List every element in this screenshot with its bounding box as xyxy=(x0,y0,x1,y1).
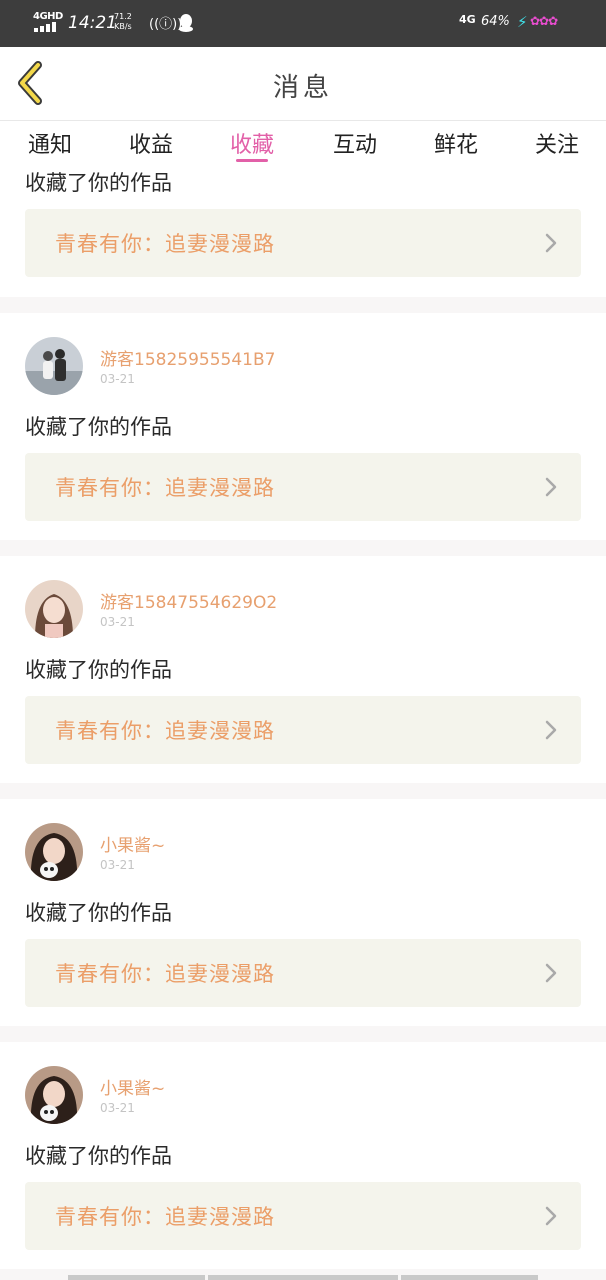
charging-icon: ⚡ xyxy=(517,13,528,31)
username[interactable]: 小果酱~ xyxy=(100,831,165,856)
gesture-bar[interactable] xyxy=(68,1275,538,1280)
gesture-bar-segment xyxy=(68,1275,205,1280)
decoration-icon: ✿✿✿ xyxy=(530,14,558,28)
avatar[interactable] xyxy=(25,337,83,395)
work-card[interactable]: 青春有你：追妻漫漫路 xyxy=(25,209,581,277)
chevron-right-icon xyxy=(545,720,557,740)
action-text: 收藏了你的作品 xyxy=(25,171,172,195)
list-item: 游客15847554629O2 03-21 收藏了你的作品 青春有你：追妻漫漫路 xyxy=(0,556,606,783)
header: 消息 xyxy=(0,47,606,121)
work-title: 青春有你：追妻漫漫路 xyxy=(55,962,275,986)
list-item: 小果酱~ 03-21 收藏了你的作品 青春有你：追妻漫漫路 xyxy=(0,1042,606,1269)
separator xyxy=(0,540,606,556)
action-text: 收藏了你的作品 xyxy=(25,658,172,682)
tab-interaction[interactable]: 互动 xyxy=(315,127,395,159)
username[interactable]: 小果酱~ xyxy=(100,1074,165,1099)
message-feed[interactable]: 收藏了你的作品 青春有你：追妻漫漫路 游客15825955541B7 03-21… xyxy=(0,167,606,1280)
gesture-bar-segment xyxy=(208,1275,398,1280)
battery-level: 64% xyxy=(481,14,510,29)
tab-flowers[interactable]: 鲜花 xyxy=(416,127,496,159)
list-item: 小果酱~ 03-21 收藏了你的作品 青春有你：追妻漫漫路 xyxy=(0,799,606,1026)
network-type: 4GHD xyxy=(33,11,63,22)
username[interactable]: 游客15847554629O2 xyxy=(100,588,277,613)
signal-icon xyxy=(34,22,56,32)
chevron-right-icon xyxy=(545,477,557,497)
chevron-right-icon xyxy=(545,1206,557,1226)
clock: 14:21 xyxy=(68,13,117,33)
separator xyxy=(0,297,606,313)
separator xyxy=(0,783,606,799)
list-item: 游客15825955541B7 03-21 收藏了你的作品 青春有你：追妻漫漫路 xyxy=(0,313,606,540)
list-item-partial: 收藏了你的作品 青春有你：追妻漫漫路 xyxy=(0,167,606,296)
tab-follow[interactable]: 关注 xyxy=(517,127,597,159)
timestamp: 03-21 xyxy=(100,858,135,872)
tab-favorites[interactable]: 收藏 xyxy=(212,127,292,159)
avatar[interactable] xyxy=(25,1066,83,1124)
work-title: 青春有你：追妻漫漫路 xyxy=(55,476,275,500)
work-title: 青春有你：追妻漫漫路 xyxy=(55,1205,275,1229)
action-text: 收藏了你的作品 xyxy=(25,1144,172,1168)
action-text: 收藏了你的作品 xyxy=(25,901,172,925)
work-card[interactable]: 青春有你：追妻漫漫路 xyxy=(25,1182,581,1250)
action-text: 收藏了你的作品 xyxy=(25,415,172,439)
chevron-right-icon xyxy=(545,233,557,253)
tab-earnings[interactable]: 收益 xyxy=(111,127,191,159)
page-title: 消息 xyxy=(272,73,333,103)
app-screen: 4GHD 14:21 71.2 KB/s ((ⓘ)) 4G 64% ⚡ ✿✿✿ xyxy=(0,0,606,1280)
username[interactable]: 游客15825955541B7 xyxy=(100,345,275,370)
timestamp: 03-21 xyxy=(100,615,135,629)
active-tab-indicator xyxy=(236,159,268,162)
status-bar: 4GHD 14:21 71.2 KB/s ((ⓘ)) 4G 64% ⚡ ✿✿✿ xyxy=(0,0,606,47)
network-type-2: 4G xyxy=(459,13,476,26)
tab-notice[interactable]: 通知 xyxy=(10,127,90,159)
speed-unit: KB/s xyxy=(114,22,132,31)
user-photo-icon xyxy=(25,1066,83,1124)
user-photo-icon xyxy=(25,580,83,638)
work-card[interactable]: 青春有你：追妻漫漫路 xyxy=(25,453,581,521)
avatar[interactable] xyxy=(25,580,83,638)
timestamp: 03-21 xyxy=(100,1101,135,1115)
chevron-right-icon xyxy=(545,963,557,983)
speed-value: 71.2 xyxy=(114,12,132,21)
user-photo-icon xyxy=(25,337,83,395)
tab-bar: 通知 收益 收藏 互动 鲜花 关注 xyxy=(0,121,606,167)
work-title: 青春有你：追妻漫漫路 xyxy=(55,719,275,743)
gesture-bar-segment xyxy=(401,1275,538,1280)
user-photo-icon xyxy=(25,823,83,881)
work-title: 青春有你：追妻漫漫路 xyxy=(55,232,275,256)
qq-icon xyxy=(179,14,193,32)
work-card[interactable]: 青春有你：追妻漫漫路 xyxy=(25,939,581,1007)
network-speed: 71.2 KB/s xyxy=(114,12,132,32)
timestamp: 03-21 xyxy=(100,372,135,386)
avatar[interactable] xyxy=(25,823,83,881)
work-card[interactable]: 青春有你：追妻漫漫路 xyxy=(25,696,581,764)
separator xyxy=(0,1026,606,1042)
